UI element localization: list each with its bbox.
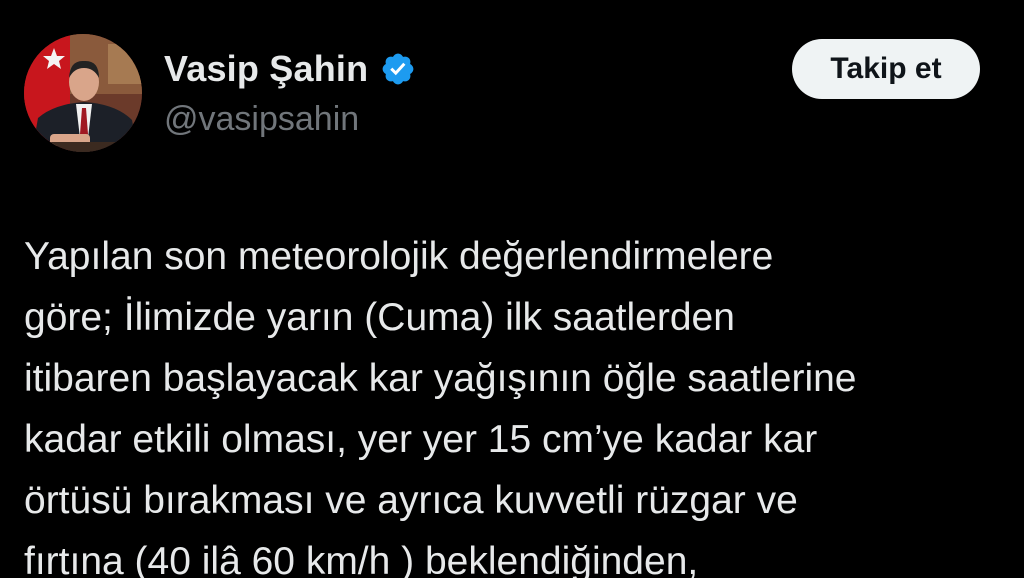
- tweet-body: Yapılan son meteorolojik değerlendirmele…: [24, 226, 1014, 578]
- tweet-text-line: örtüsü bırakması ve ayrıca kuvvetli rüzg…: [24, 479, 798, 522]
- author-name-row: Vasip Şahin: [164, 46, 416, 92]
- tweet-text-line: kadar etkili olması, yer yer 15 cm’ye ka…: [24, 418, 818, 461]
- author-avatar[interactable]: [24, 34, 142, 152]
- tweet-text-line: itibaren başlayacak kar yağışının öğle s…: [24, 357, 857, 400]
- tweet-text-line: fırtına (40 ilâ 60 km/h ) beklendiğinden…: [24, 540, 699, 578]
- follow-button[interactable]: Takip et: [792, 39, 980, 99]
- verified-badge-icon[interactable]: [380, 51, 416, 87]
- tweet-card: Vasip Şahin @vasipsahin Takip et Yapılan…: [0, 0, 1024, 578]
- tweet-text-line: Yapılan son meteorolojik değerlendirmele…: [24, 235, 774, 278]
- tweet-text-line: göre; İlimizde yarın (Cuma) ilk saatlerd…: [24, 296, 735, 339]
- author-handle[interactable]: @vasipsahin: [164, 100, 359, 139]
- author-display-name[interactable]: Vasip Şahin: [164, 48, 368, 90]
- avatar-photo-icon: [24, 34, 142, 152]
